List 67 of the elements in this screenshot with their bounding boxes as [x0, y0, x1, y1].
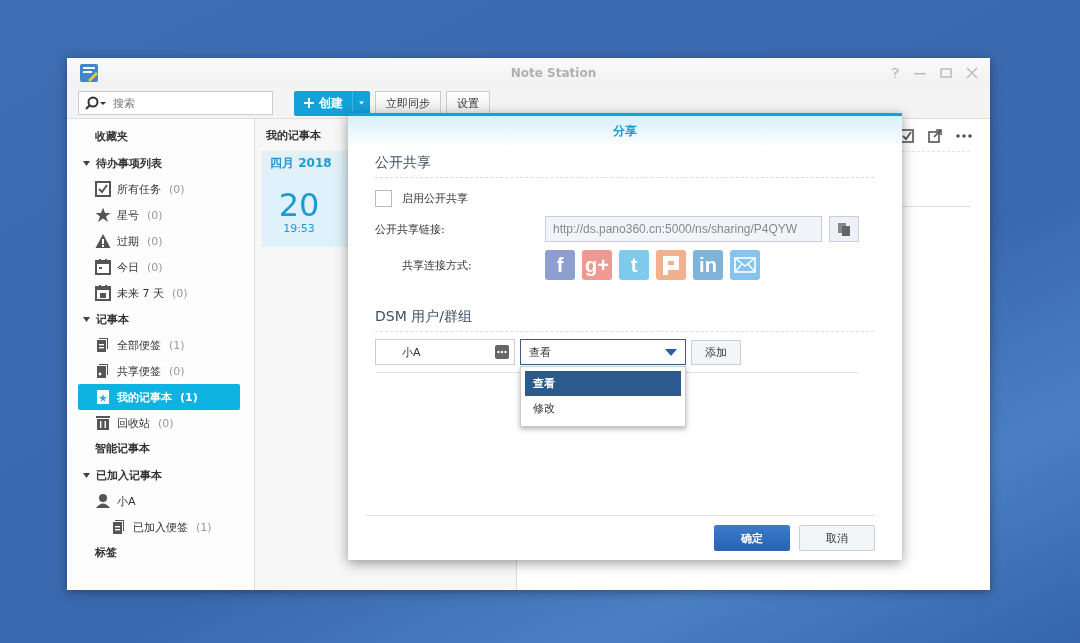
popout-icon[interactable]: [928, 129, 942, 143]
checkbox-icon: [95, 181, 111, 197]
note-day: 20: [278, 187, 320, 222]
checkbox-icon[interactable]: [900, 129, 914, 143]
notebook-icon: [95, 389, 111, 405]
sidebar-item[interactable]: 回收站 (0): [78, 410, 240, 436]
sidebar-item[interactable]: 过期 (0): [78, 228, 240, 254]
window-title: Note Station: [509, 66, 597, 80]
search-icon: [85, 96, 107, 110]
copy-icon: [837, 222, 851, 236]
list-title: 我的记事本: [265, 128, 322, 144]
star-icon: [95, 207, 111, 223]
caret-icon: [359, 101, 364, 105]
document-icon: [111, 519, 127, 535]
section-heading[interactable]: 标签: [78, 540, 117, 566]
sidebar-item[interactable]: 星号 (0): [78, 202, 240, 228]
menu-item[interactable]: 查看: [525, 371, 681, 396]
permission-select[interactable]: 查看: [520, 339, 686, 365]
mail-icon[interactable]: [730, 250, 760, 280]
menu-item[interactable]: 修改: [525, 396, 681, 421]
notebook-icon: [79, 63, 99, 83]
user-icon: [95, 493, 111, 509]
search-field[interactable]: 搜索: [78, 91, 273, 115]
trash-icon: [95, 415, 111, 431]
document-icon: [95, 363, 111, 379]
settings-button[interactable]: 设置: [446, 90, 490, 116]
plus-icon: [303, 98, 314, 108]
calendar-icon: [95, 259, 111, 275]
more-icon[interactable]: [956, 134, 972, 138]
group-heading[interactable]: 记事本: [78, 306, 240, 332]
sync-button[interactable]: 立即同步: [375, 90, 441, 116]
dialog-title: 分享: [348, 116, 902, 148]
caret-icon: [83, 316, 90, 322]
maximize-icon[interactable]: [940, 67, 952, 79]
section-heading: 公开共享: [375, 148, 874, 178]
sidebar-item[interactable]: 共享便签 (0): [78, 358, 240, 384]
sidebar-item[interactable]: 所有任务 (0): [78, 176, 240, 202]
note-time: 19:53: [283, 221, 315, 235]
section-heading[interactable]: 收藏夹: [78, 124, 128, 150]
caret-icon: [665, 348, 677, 356]
caret-icon: [83, 160, 90, 166]
section-heading: DSM 用户/群组: [375, 280, 874, 332]
add-button[interactable]: 添加: [691, 339, 741, 365]
cancel-button[interactable]: 取消: [799, 525, 875, 551]
group-heading[interactable]: 待办事项列表: [78, 150, 240, 176]
user-field[interactable]: 小A: [375, 339, 515, 365]
warning-icon: [95, 233, 111, 249]
sidebar-item[interactable]: 小A: [78, 488, 240, 514]
field-label: 公开共享链接:: [375, 221, 446, 237]
calendar-icon: [95, 285, 111, 301]
ok-button[interactable]: 确定: [714, 525, 790, 551]
close-icon[interactable]: [966, 67, 978, 79]
sidebar-item[interactable]: 今日 (0): [78, 254, 240, 280]
caret-icon: [83, 472, 90, 478]
sidebar-item[interactable]: 全部便签 (1): [78, 332, 240, 358]
sidebar-item[interactable]: 已加入便签 (1): [94, 514, 240, 540]
help-icon[interactable]: [890, 67, 900, 79]
enable-checkbox[interactable]: 启用公开共享: [375, 190, 468, 207]
ellipsis-icon[interactable]: [495, 345, 509, 359]
document-icon: [95, 337, 111, 353]
sidebar-item[interactable]: 未来 7 天 (0): [78, 280, 240, 306]
share-icon[interactable]: [656, 250, 686, 280]
field-label: 共享连接方式:: [401, 257, 473, 273]
dropdown-button[interactable]: [352, 90, 370, 116]
section-heading[interactable]: 智能记事本: [78, 436, 150, 462]
copy-button[interactable]: [829, 216, 859, 242]
group-heading[interactable]: 已加入记事本: [78, 462, 240, 488]
